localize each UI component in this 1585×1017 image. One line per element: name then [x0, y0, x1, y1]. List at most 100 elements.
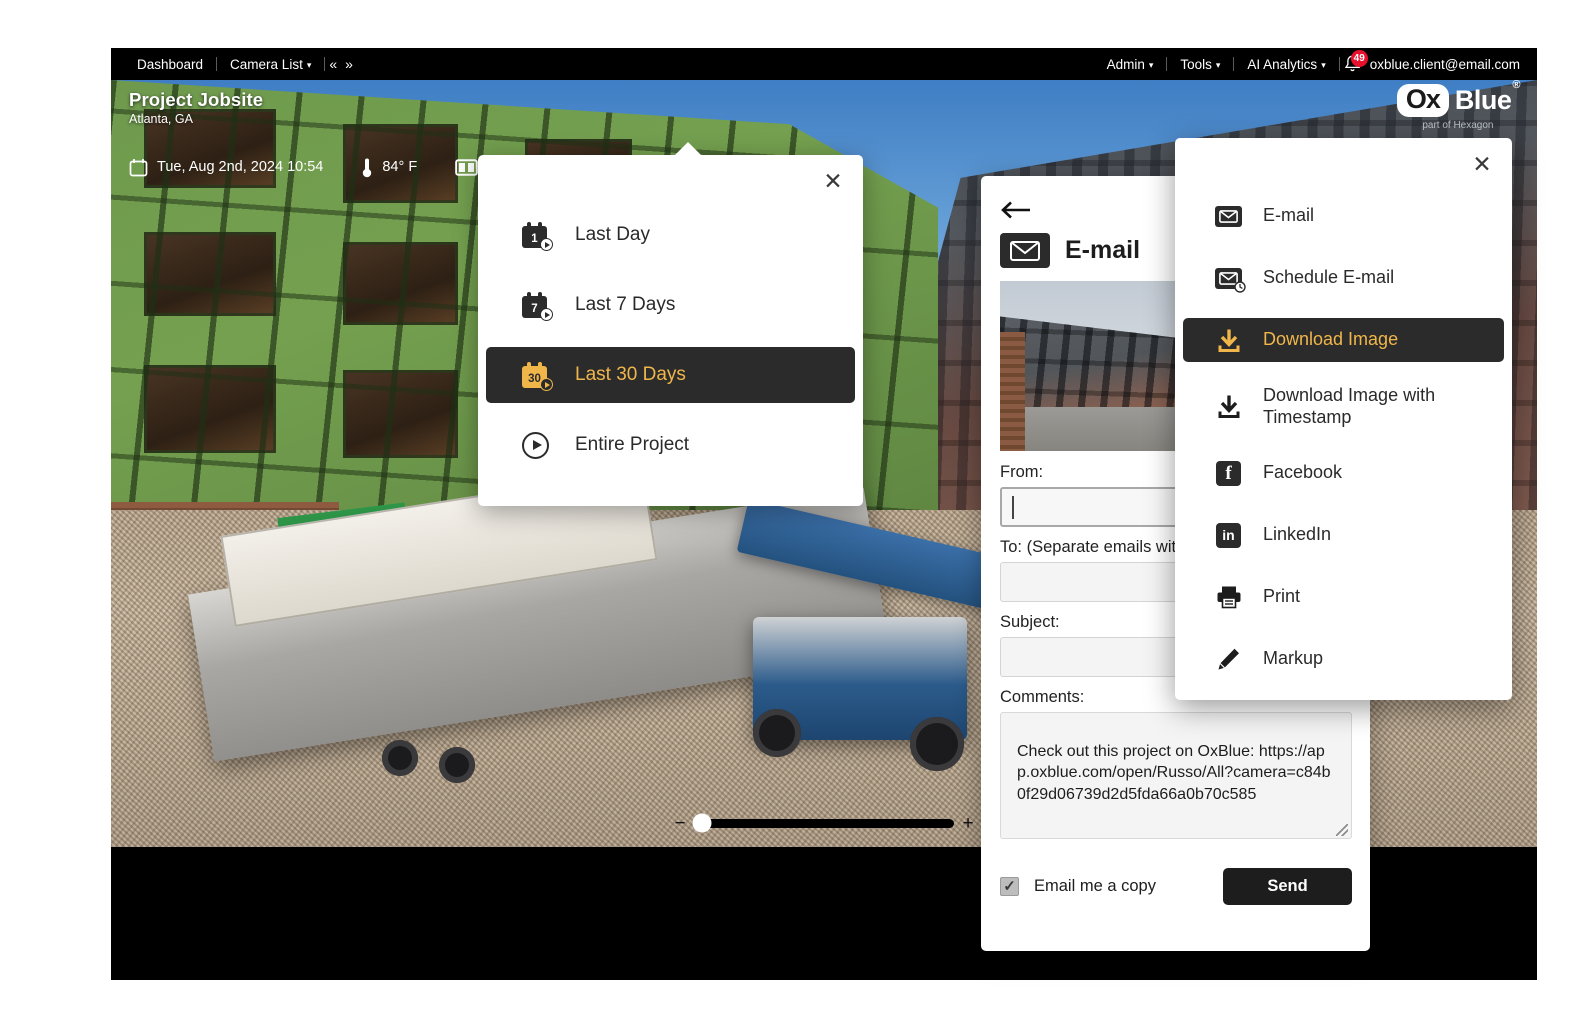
share-option-label: LinkedIn [1263, 524, 1332, 545]
window-opening [144, 232, 277, 316]
share-option-label: Print [1263, 586, 1301, 607]
share-option-email[interactable]: E-mail [1183, 194, 1504, 238]
oxblue-logo: Ox Blue® part of Hexagon [1396, 80, 1521, 131]
timestamp-label: Tue, Aug 2nd, 2024 10:54 [157, 159, 324, 175]
email-dialog-title: E-mail [1065, 236, 1141, 264]
nav-camera-list-label: Camera List [230, 56, 303, 72]
printer-icon [1214, 585, 1243, 609]
timelapse-option-label: Entire Project [575, 434, 690, 455]
zoom-out-button[interactable]: − [674, 814, 686, 833]
text-cursor [1012, 496, 1014, 519]
timelapse-option-entire-project[interactable]: Entire Project [486, 417, 855, 473]
pencil-icon [1214, 647, 1243, 672]
chevron-down-icon: ▾ [1321, 59, 1326, 70]
trailer-wheel [381, 739, 418, 776]
layout-panels-icon [455, 158, 478, 176]
user-email-label[interactable]: oxblue.client@email.com [1370, 57, 1520, 72]
share-option-linkedin[interactable]: in LinkedIn [1183, 513, 1504, 557]
telehandler-wheel [752, 708, 801, 757]
window-opening [144, 364, 277, 454]
collapse-left-icon[interactable]: « [325, 56, 341, 72]
thermometer-icon [363, 158, 372, 177]
timelapse-option-last-day[interactable]: 1 Last Day [486, 207, 855, 263]
time-lapses-popover: ✕ 1 Last Day 7 Last 7 Days 30 Last 30 Da… [478, 142, 863, 506]
telehandler-wheel [909, 716, 964, 771]
topnav-left-group: Dashboard Camera List ▾ « » [111, 56, 357, 72]
share-option-label: Schedule E-mail [1263, 267, 1395, 288]
topnav-right-group: Admin ▾ Tools ▾ AI Analytics ▾ 49 oxblue… [1094, 50, 1537, 75]
nav-tools[interactable]: Tools ▾ [1167, 57, 1233, 72]
calendar-1-play-icon: 1 [522, 222, 553, 251]
envelope-clock-icon [1214, 267, 1246, 293]
play-circle-icon [522, 431, 549, 459]
window-opening [342, 369, 459, 458]
comments-value: Check out this project on OxBlue: https:… [1017, 743, 1331, 803]
logo-blue: Blue® [1454, 80, 1521, 115]
chevron-down-icon: ▾ [1215, 59, 1221, 70]
nav-camera-list[interactable]: Camera List ▾ [217, 57, 324, 72]
back-button[interactable] [1000, 198, 1034, 222]
envelope-icon [1214, 205, 1243, 227]
download-timestamp-icon [1214, 394, 1243, 419]
download-icon [1214, 328, 1243, 353]
timelapse-option-last-30-days[interactable]: 30 Last 30 Days [486, 347, 855, 403]
zoom-slider-track[interactable] [692, 813, 954, 833]
notification-badge: 49 [1350, 50, 1368, 67]
share-option-label: Download Image with Timestamp [1263, 385, 1436, 427]
timelapse-option-label: Last 30 Days [575, 364, 686, 385]
share-option-label: Download Image [1263, 329, 1399, 350]
share-option-facebook[interactable]: f Facebook [1183, 451, 1504, 495]
zoom-in-button[interactable]: + [962, 814, 974, 833]
email-dialog-header: E-mail [1000, 233, 1140, 268]
share-option-download-image[interactable]: Download Image [1183, 318, 1504, 362]
temperature-label: 84° F [382, 159, 418, 175]
logo-blue-text: Blue [1454, 85, 1512, 115]
share-menu: ✕ E-mail Schedule E-mail Download Image … [1175, 138, 1512, 700]
nav-dashboard[interactable]: Dashboard [124, 57, 216, 72]
calendar-icon [129, 158, 148, 176]
nav-ai-analytics-label: AI Analytics [1247, 56, 1318, 72]
share-option-download-image-timestamp[interactable]: Download Image with Timestamp [1183, 380, 1504, 433]
comments-field[interactable]: Check out this project on OxBlue: https:… [1000, 712, 1352, 839]
temperature-display: 84° F [361, 157, 417, 178]
nav-admin-label: Admin [1106, 56, 1145, 72]
email-me-a-copy-label: Email me a copy [1034, 877, 1156, 895]
envelope-icon [1000, 233, 1050, 268]
close-icon[interactable]: ✕ [1467, 149, 1497, 179]
timelapse-option-label: Last 7 Days [575, 294, 676, 315]
zoom-slider[interactable]: − + [674, 812, 974, 834]
zoom-slider-handle[interactable] [692, 813, 712, 833]
share-option-schedule-email[interactable]: Schedule E-mail [1183, 256, 1504, 300]
share-option-label: Facebook [1263, 462, 1343, 483]
share-option-label: E-mail [1263, 205, 1315, 226]
send-button[interactable]: Send [1223, 868, 1352, 905]
nav-ai-analytics[interactable]: AI Analytics ▾ [1234, 57, 1338, 72]
trailer-wheel [438, 747, 475, 784]
window-opening [342, 241, 459, 326]
close-icon[interactable]: ✕ [818, 166, 848, 196]
calendar-30-play-icon: 30 [522, 362, 553, 391]
logo-tagline: part of Hexagon [1422, 120, 1494, 131]
facebook-icon: f [1214, 460, 1243, 486]
nav-tools-label: Tools [1180, 56, 1212, 72]
calendar-7-play-icon: 7 [522, 292, 553, 321]
timestamp-display[interactable]: Tue, Aug 2nd, 2024 10:54 [129, 158, 323, 177]
share-menu-list: E-mail Schedule E-mail Download Image Do… [1183, 194, 1504, 699]
logo-wordmark: Ox Blue® [1396, 80, 1521, 117]
screen-root: Dashboard Camera List ▾ « » Admin ▾ Tools ▾ [0, 0, 1585, 1017]
timelapse-option-label: Last Day [575, 224, 650, 245]
logo-ox: Ox [1396, 84, 1449, 117]
nav-admin[interactable]: Admin ▾ [1094, 57, 1167, 72]
notifications-button[interactable]: 49 [1340, 50, 1368, 75]
timelapse-option-last-7-days[interactable]: 7 Last 7 Days [486, 277, 855, 333]
chevron-down-icon: ▾ [306, 59, 312, 70]
share-option-print[interactable]: Print [1183, 575, 1504, 619]
time-lapses-list: 1 Last Day 7 Last 7 Days 30 Last 30 Days… [486, 207, 855, 487]
share-option-label: Markup [1263, 648, 1324, 669]
share-option-markup[interactable]: Markup [1183, 637, 1504, 681]
resize-handle[interactable] [1336, 824, 1348, 836]
top-navigation-bar: Dashboard Camera List ▾ « » Admin ▾ Tools ▾ [111, 48, 1537, 80]
popover-arrow [674, 142, 702, 156]
collapse-right-icon[interactable]: » [341, 56, 357, 72]
email-me-a-copy-checkbox[interactable] [1000, 877, 1019, 896]
